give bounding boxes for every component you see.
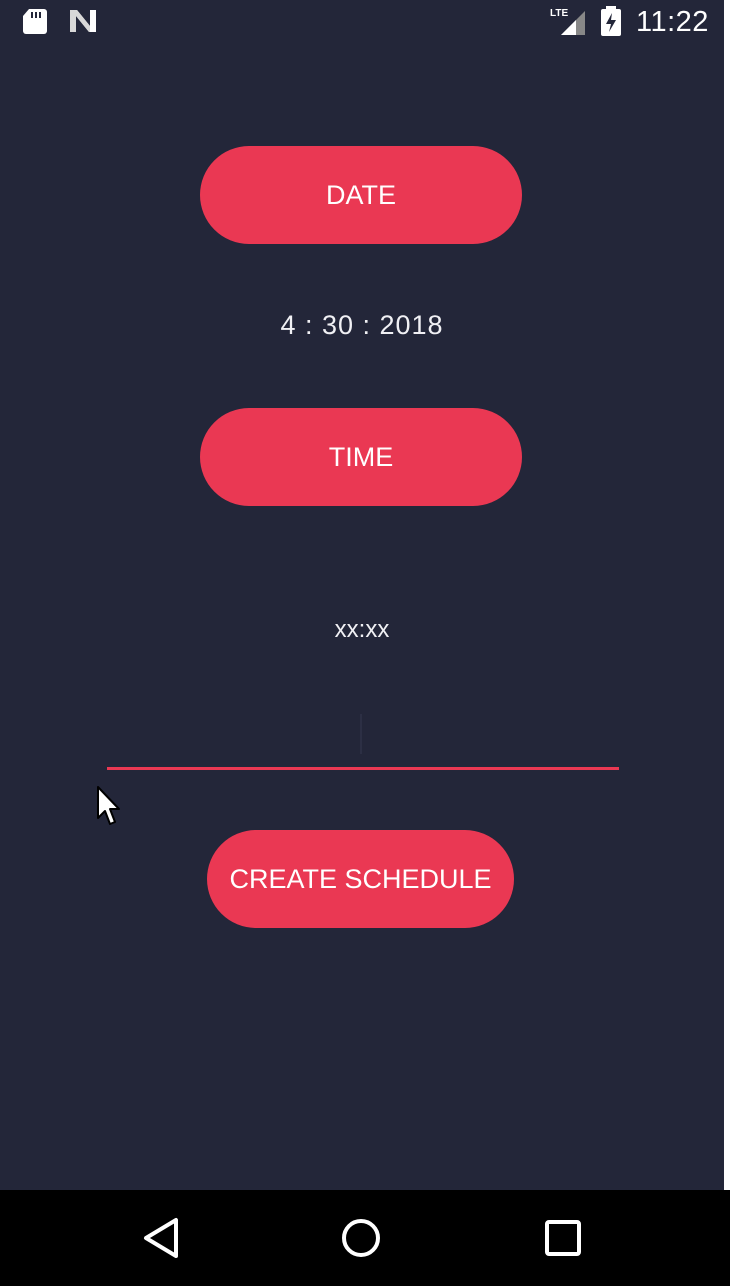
lte-signal-icon: LTE (550, 8, 585, 35)
n-logo-icon (70, 10, 96, 32)
text-caret (360, 714, 362, 754)
home-icon (342, 1219, 380, 1257)
battery-charging-icon (601, 6, 621, 36)
schedule-input-field[interactable] (107, 705, 619, 770)
app-screen: LTE 11:22 DATE 4 : 30 : 2018 TIME xx:xx … (0, 0, 730, 1286)
sd-card-icon (23, 9, 47, 34)
window-edge (724, 0, 730, 1190)
date-button[interactable]: DATE (200, 146, 522, 244)
time-button[interactable]: TIME (200, 408, 522, 506)
lte-label: LTE (550, 8, 568, 19)
back-button[interactable] (131, 1208, 191, 1268)
create-schedule-button[interactable]: CREATE SCHEDULE (207, 830, 514, 928)
back-icon (144, 1218, 178, 1258)
home-button[interactable] (331, 1208, 391, 1268)
selected-date-text: 4 : 30 : 2018 (280, 310, 444, 340)
status-clock: 11:22 (636, 6, 709, 38)
navigation-bar (0, 1190, 730, 1286)
recents-button[interactable] (533, 1208, 593, 1268)
selected-time-text: xx:xx (334, 616, 390, 643)
status-bar: LTE 11:22 (0, 0, 724, 44)
recents-icon (545, 1220, 581, 1256)
mouse-pointer-icon (97, 786, 120, 825)
